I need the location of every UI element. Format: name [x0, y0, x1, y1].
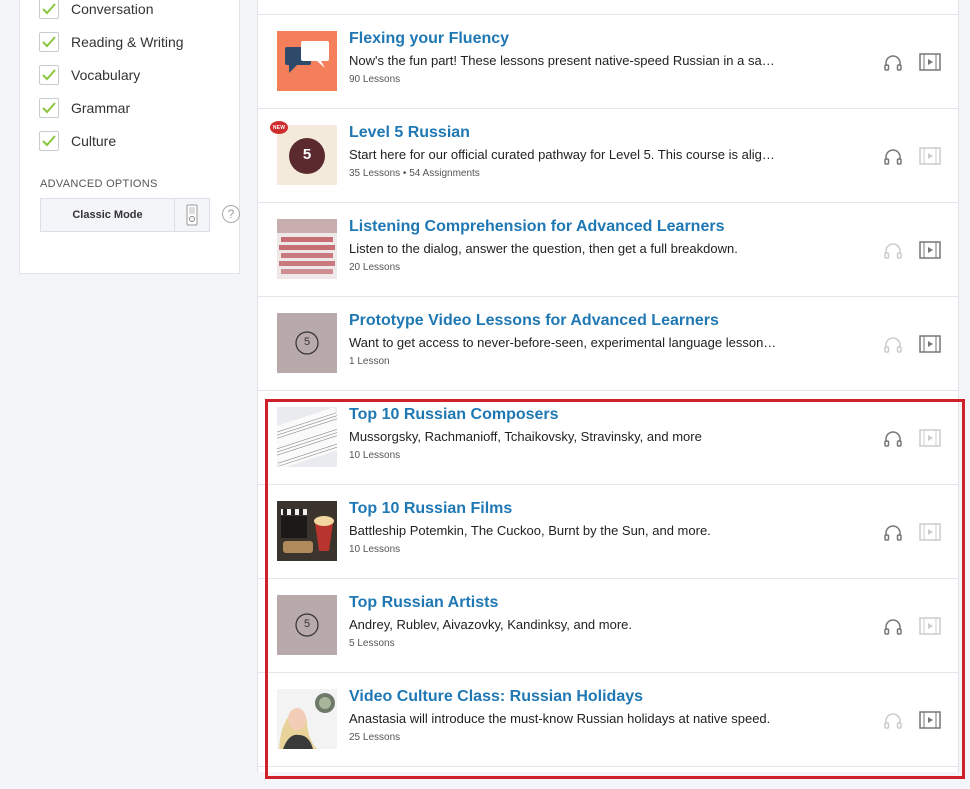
- video-icon[interactable]: [919, 240, 941, 260]
- help-icon[interactable]: ?: [222, 205, 240, 223]
- sheet-music-icon: [277, 407, 337, 467]
- course-row[interactable]: Flexing your Fluency Now's the fun part!…: [257, 15, 959, 109]
- video-icon[interactable]: [919, 522, 941, 542]
- course-description: Now's the fun part! These lessons presen…: [349, 53, 775, 68]
- headphones-icon[interactable]: [883, 429, 903, 449]
- speech-bubbles-icon: [285, 41, 329, 73]
- video-icon[interactable]: [919, 334, 941, 354]
- course-title[interactable]: Top 10 Russian Composers: [349, 406, 559, 424]
- course-description: Start here for our official curated path…: [349, 147, 775, 162]
- course-meta: 10 Lessons: [349, 544, 401, 555]
- check-icon[interactable]: [39, 131, 59, 151]
- course-row[interactable]: Video Culture Class: Russian Holidays An…: [257, 673, 959, 767]
- check-icon[interactable]: [39, 0, 59, 19]
- host-photo-icon: [277, 689, 337, 749]
- course-title[interactable]: Listening Comprehension for Advanced Lea…: [349, 218, 724, 236]
- course-title[interactable]: Flexing your Fluency: [349, 30, 509, 48]
- course-meta: 1 Lesson: [349, 356, 390, 367]
- video-icon[interactable]: [919, 428, 941, 448]
- course-meta: 35 Lessons • 54 Assignments: [349, 168, 480, 179]
- course-description: Mussorgsky, Rachmanioff, Tchaikovsky, St…: [349, 429, 702, 444]
- filter-reading-writing[interactable]: Reading & Writing: [39, 30, 184, 54]
- classic-mode-button[interactable]: Classic Mode: [41, 199, 175, 231]
- course-thumbnail: 5: [277, 125, 337, 185]
- course-thumbnail: [277, 219, 337, 279]
- course-title[interactable]: Video Culture Class: Russian Holidays: [349, 688, 643, 706]
- course-meta: 90 Lessons: [349, 74, 401, 85]
- check-icon[interactable]: [39, 32, 59, 52]
- video-icon[interactable]: [919, 52, 941, 72]
- auditorium-icon: [277, 219, 337, 274]
- course-row[interactable]: Top 10 Russian Films Battleship Potemkin…: [257, 485, 959, 579]
- course-description: Want to get access to never-before-seen,…: [349, 335, 777, 350]
- filter-label: Culture: [71, 133, 117, 149]
- headphones-icon[interactable]: [883, 53, 903, 73]
- film-clapper-icon: [277, 501, 337, 561]
- course-thumbnail: 5: [277, 313, 337, 373]
- course-row[interactable]: 5 Top Russian Artists Andrey, Rublev, Ai…: [257, 579, 959, 673]
- new-badge: NEW: [270, 121, 288, 134]
- course-row[interactable]: 5 NEW Level 5 Russian Start here for our…: [257, 109, 959, 203]
- course-title[interactable]: Level 5 Russian: [349, 124, 470, 142]
- filter-culture[interactable]: Culture: [39, 129, 116, 153]
- course-description: Andrey, Rublev, Aivazovky, Kandinksy, an…: [349, 617, 633, 632]
- filter-label: Vocabulary: [71, 67, 141, 83]
- course-thumbnail: [277, 501, 337, 561]
- advanced-options-heading: ADVANCED OPTIONS: [40, 178, 158, 190]
- filter-sidebar: Conversation Reading & Writing Vocabular…: [19, 0, 240, 274]
- filter-vocabulary[interactable]: Vocabulary: [39, 63, 140, 87]
- course-meta: 5 Lessons: [349, 638, 395, 649]
- filter-label: Grammar: [71, 100, 131, 116]
- course-row[interactable]: Listening Comprehension for Advanced Lea…: [257, 203, 959, 297]
- course-title[interactable]: Prototype Video Lessons for Advanced Lea…: [349, 312, 719, 330]
- level-number: 5: [303, 336, 311, 348]
- check-icon[interactable]: [39, 98, 59, 118]
- course-description: Battleship Potemkin, The Cuckoo, Burnt b…: [349, 523, 711, 538]
- course-description: Listen to the dialog, answer the questio…: [349, 241, 738, 256]
- course-description: Anastasia will introduce the must-know R…: [349, 711, 771, 726]
- filter-grammar[interactable]: Grammar: [39, 96, 130, 120]
- course-title[interactable]: Top 10 Russian Films: [349, 500, 512, 518]
- course-title[interactable]: Top Russian Artists: [349, 594, 498, 612]
- course-meta: 10 Lessons: [349, 450, 401, 461]
- course-row[interactable]: 5 Prototype Video Lessons for Advanced L…: [257, 297, 959, 391]
- filter-label: Reading & Writing: [71, 34, 184, 50]
- filter-conversation[interactable]: Conversation: [39, 0, 154, 21]
- course-row[interactable]: Top 10 Russian Composers Mussorgsky, Rac…: [257, 391, 959, 485]
- course-meta: 25 Lessons: [349, 732, 401, 743]
- headphones-icon[interactable]: [883, 617, 903, 637]
- course-thumbnail: [277, 407, 337, 467]
- classic-mode-control: Classic Mode: [40, 198, 210, 232]
- headphones-icon[interactable]: [883, 711, 903, 731]
- level-number: 5: [302, 146, 312, 163]
- level-number: 5: [303, 618, 311, 630]
- course-meta: 20 Lessons: [349, 262, 401, 273]
- headphones-icon[interactable]: [883, 241, 903, 261]
- course-thumbnail: [277, 689, 337, 749]
- device-toggle-icon: [186, 204, 198, 226]
- video-icon[interactable]: [919, 616, 941, 636]
- headphones-icon[interactable]: [883, 147, 903, 167]
- headphones-icon[interactable]: [883, 523, 903, 543]
- filter-label: Conversation: [71, 1, 154, 17]
- check-icon[interactable]: [39, 65, 59, 85]
- headphones-icon[interactable]: [883, 335, 903, 355]
- video-icon[interactable]: [919, 710, 941, 730]
- course-thumbnail: [277, 31, 337, 91]
- video-icon[interactable]: [919, 146, 941, 166]
- course-thumbnail: 5: [277, 595, 337, 655]
- classic-mode-toggle[interactable]: [175, 199, 209, 231]
